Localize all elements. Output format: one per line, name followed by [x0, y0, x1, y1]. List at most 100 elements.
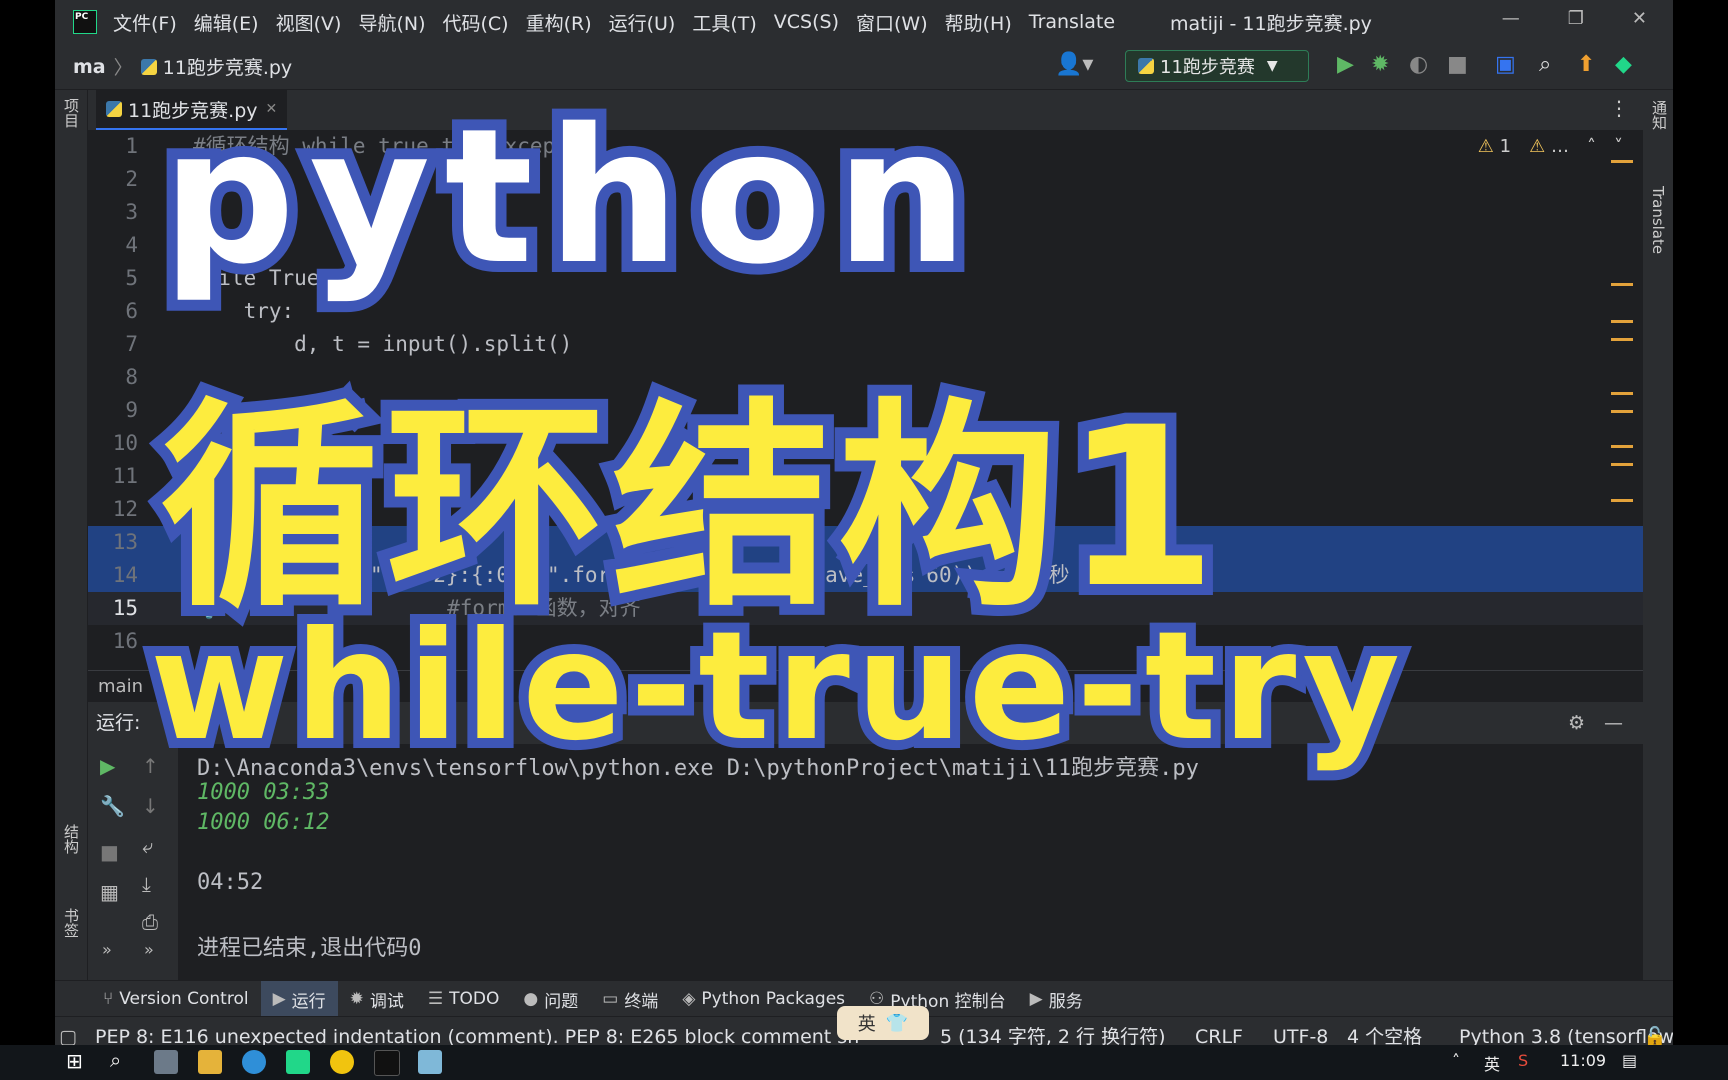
- tab-run[interactable]: ▶ 运行: [260, 981, 338, 1017]
- tab-todo[interactable]: ☰ TODO: [416, 981, 512, 1017]
- stop-icon[interactable]: ■: [100, 840, 119, 864]
- file-explorer-icon[interactable]: [198, 1050, 222, 1074]
- gear-icon[interactable]: ⚙: [1568, 702, 1585, 744]
- update-icon[interactable]: ⬆: [1577, 52, 1595, 77]
- print-icon[interactable]: ⎙: [142, 910, 158, 934]
- terminal-app-icon[interactable]: [374, 1050, 400, 1076]
- run-panel-header: 运行: ⚙ —: [88, 702, 1643, 744]
- sogou-icon[interactable]: S: [1518, 1051, 1528, 1070]
- warning-count: 1: [1499, 136, 1512, 157]
- ime-skin-icon[interactable]: 👕: [886, 1013, 908, 1034]
- terminal-icon: ▭: [602, 989, 619, 1009]
- code-editor[interactable]: 1 #循环结构 while true try except 2 3 4 5 whil…: [88, 130, 1643, 670]
- tool-translate[interactable]: Translate: [1649, 186, 1667, 254]
- code-breadcrumb[interactable]: main: [88, 670, 1643, 702]
- editor-tab[interactable]: 11跑步竞赛.py ✕: [96, 90, 288, 130]
- coverage-icon[interactable]: ◐: [1409, 52, 1428, 77]
- pycharm-taskbar-icon[interactable]: [286, 1050, 310, 1074]
- scroll-marker[interactable]: [1611, 283, 1633, 286]
- ime-toolbar[interactable]: 英 👕: [837, 1006, 929, 1040]
- more-options-icon[interactable]: ⋮: [1609, 96, 1629, 120]
- soft-wrap-icon[interactable]: ⤶: [142, 834, 153, 858]
- scroll-marker[interactable]: [1611, 463, 1633, 466]
- code-line: 10: [112, 431, 138, 455]
- edge-icon[interactable]: [242, 1050, 266, 1074]
- menu-window[interactable]: 窗口(W): [856, 9, 928, 36]
- user-icon[interactable]: 👤▾: [1055, 52, 1093, 77]
- scroll-marker[interactable]: [1611, 320, 1633, 323]
- notification-center-icon[interactable]: ▤: [1622, 1051, 1637, 1070]
- run-console[interactable]: D:\Anaconda3\envs\tensorflow\python.exe …: [179, 744, 1643, 980]
- search-icon[interactable]: ⌕: [1539, 52, 1551, 77]
- close-icon[interactable]: ✕: [1632, 8, 1647, 29]
- app-icon[interactable]: [154, 1050, 178, 1074]
- tab-problems[interactable]: ● 问题: [511, 981, 590, 1017]
- arrow-up-icon[interactable]: ↑: [142, 754, 159, 778]
- python-file-icon: [106, 101, 122, 117]
- pycharm-logo-icon: PC: [73, 10, 97, 34]
- menu-navigate[interactable]: 导航(N): [358, 9, 425, 36]
- debug-icon[interactable]: ✹: [1371, 52, 1389, 77]
- tab-python-packages[interactable]: ◈ Python Packages: [670, 981, 857, 1017]
- ide-window: PC 文件(F) 编辑(E) 视图(V) 导航(N) 代码(C) 重构(R) 运…: [55, 0, 1673, 1080]
- wrench-icon[interactable]: 🔧: [100, 794, 125, 818]
- restore-icon[interactable]: ❐: [1568, 8, 1584, 29]
- browser-icon[interactable]: [330, 1050, 354, 1074]
- minimize-panel-icon[interactable]: —: [1604, 702, 1623, 744]
- run-config-selector[interactable]: 11跑步竞赛 ▼: [1125, 50, 1309, 82]
- menu-bar: PC 文件(F) 编辑(E) 视图(V) 导航(N) 代码(C) 重构(R) 运…: [55, 0, 1673, 44]
- tab-version-control[interactable]: ⑂ Version Control: [91, 981, 261, 1017]
- windows-start-icon[interactable]: ⊞: [66, 1049, 83, 1073]
- lightbulb-icon[interactable]: 💡: [196, 592, 222, 625]
- breadcrumb-file[interactable]: 11跑步竞赛.py: [163, 53, 293, 80]
- scroll-marker[interactable]: [1611, 410, 1633, 413]
- tab-services[interactable]: ▶ 服务: [1018, 981, 1095, 1017]
- ime-language[interactable]: 英: [858, 1010, 876, 1036]
- scroll-marker[interactable]: [1611, 160, 1633, 163]
- chevron-up-icon[interactable]: ˄: [1452, 1051, 1460, 1070]
- menu-translate[interactable]: Translate: [1029, 11, 1115, 33]
- tool-structure[interactable]: 结构: [61, 824, 82, 854]
- code-line: 2: [125, 167, 138, 191]
- arrow-down-icon[interactable]: ↓: [142, 794, 159, 818]
- tray-language[interactable]: 英: [1484, 1051, 1500, 1075]
- scroll-to-end-icon[interactable]: ⤓: [142, 872, 151, 896]
- scroll-marker[interactable]: [1611, 392, 1633, 395]
- minimize-icon[interactable]: —: [1502, 8, 1520, 29]
- tab-debug[interactable]: ✹ 调试: [338, 981, 416, 1017]
- clock[interactable]: 11:09: [1560, 1051, 1606, 1070]
- menu-help[interactable]: 帮助(H): [945, 9, 1012, 36]
- chevron-up-icon[interactable]: ˄: [1587, 136, 1596, 157]
- scroll-marker[interactable]: [1611, 445, 1633, 448]
- more-icon[interactable]: »: [102, 940, 112, 959]
- tool-notifications[interactable]: 通知: [1649, 100, 1670, 130]
- menu-edit[interactable]: 编辑(E): [194, 9, 259, 36]
- jetbrains-icon[interactable]: ◆: [1615, 52, 1632, 77]
- menu-tools[interactable]: 工具(T): [692, 9, 756, 36]
- layout-icon[interactable]: ▦: [100, 880, 119, 904]
- chevron-down-icon[interactable]: ˅: [1614, 136, 1623, 157]
- inspection-widget[interactable]: ⚠ 1 ⚠ … ˄ ˅: [1478, 136, 1623, 157]
- menu-code[interactable]: 代码(C): [442, 9, 508, 36]
- image-viewer-icon[interactable]: [418, 1050, 442, 1074]
- scroll-marker[interactable]: [1611, 499, 1633, 502]
- menu-vcs[interactable]: VCS(S): [774, 11, 839, 33]
- menu-refactor[interactable]: 重构(R): [526, 9, 592, 36]
- menu-view[interactable]: 视图(V): [276, 9, 342, 36]
- tool-project[interactable]: 项目: [61, 98, 82, 128]
- stop-icon[interactable]: ■: [1447, 52, 1468, 77]
- tab-terminal[interactable]: ▭ 终端: [590, 981, 670, 1017]
- menu-file[interactable]: 文件(F): [113, 9, 177, 36]
- run-icon[interactable]: ▶: [1337, 52, 1354, 77]
- search-icon[interactable]: ⌕: [110, 1048, 121, 1072]
- breadcrumb-project[interactable]: ma: [73, 56, 106, 78]
- scroll-marker[interactable]: [1611, 338, 1633, 341]
- translate-icon[interactable]: ▣: [1495, 52, 1516, 77]
- more-icon[interactable]: »: [144, 940, 154, 959]
- breadcrumb-function[interactable]: main: [98, 676, 143, 697]
- rerun-icon[interactable]: ▶: [100, 754, 115, 778]
- tool-bookmarks[interactable]: 书签: [61, 908, 82, 938]
- weak-warning-count: …: [1551, 136, 1569, 157]
- close-tab-icon[interactable]: ✕: [266, 101, 278, 117]
- menu-run[interactable]: 运行(U): [609, 9, 676, 36]
